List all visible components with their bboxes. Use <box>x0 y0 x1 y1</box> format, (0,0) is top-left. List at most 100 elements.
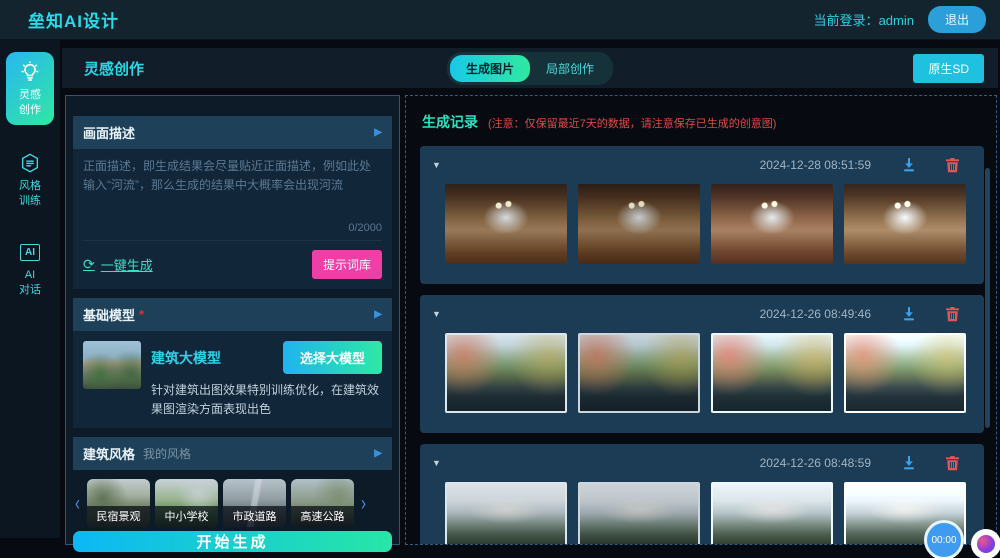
record-images <box>420 333 984 413</box>
top-bar: 垒知AI设计 当前登录：admin 退出 <box>0 0 1000 40</box>
model-thumbnail-image <box>83 341 141 389</box>
record-images <box>420 482 984 545</box>
record-row: ▼ 2024-12-26 08:48:59 <box>420 444 984 545</box>
page-title: 灵感创作 <box>84 58 144 79</box>
login-label: 当前登录： <box>814 13 879 28</box>
char-counter: 0/2000 <box>83 222 382 240</box>
generated-image[interactable] <box>445 482 567 545</box>
description-actions: ⟳ 一键生成 提示词库 <box>83 240 382 289</box>
model-description: 针对建筑出图效果特别训练优化，在建筑效果图渲染方面表现出色 <box>151 381 382 418</box>
generated-image[interactable] <box>445 333 567 413</box>
prompt-library-button[interactable]: 提示词库 <box>312 250 382 279</box>
sidebar-item-label: 灵感 <box>19 88 41 103</box>
records-title-row: 生成记录 (注意：仅保留最近7天的数据，请注意保存已生成的创意图) <box>422 112 982 132</box>
trash-icon[interactable] <box>945 306 960 322</box>
generated-image[interactable] <box>844 333 966 413</box>
generated-image[interactable] <box>578 184 700 264</box>
collapse-caret-icon[interactable]: ▼ <box>432 160 441 170</box>
style-item-label: 民宿景观 <box>87 506 150 527</box>
generated-image[interactable] <box>578 482 700 545</box>
trash-icon[interactable] <box>945 157 960 173</box>
style-item-road[interactable]: 市政道路 <box>223 479 286 527</box>
style-title: 建筑风格 <box>83 444 135 463</box>
prev-chevron-icon[interactable]: ‹ <box>73 491 82 515</box>
model-name: 建筑大模型 <box>151 348 221 368</box>
download-icon[interactable] <box>901 157 917 173</box>
timer-value: 00:00 <box>931 535 956 546</box>
style-section-header[interactable]: 建筑风格 我的风格 ▶ <box>73 437 392 470</box>
sidebar-item-label: 风格 <box>19 179 41 194</box>
native-sd-button[interactable]: 原生SD <box>913 54 984 83</box>
base-model-title: 基础模型 <box>83 305 135 324</box>
base-model-card: 建筑大模型 选择大模型 针对建筑出图效果特别训练优化，在建筑效果图渲染方面表现出… <box>73 331 392 428</box>
record-timestamp: 2024-12-26 08:48:59 <box>760 456 871 470</box>
generated-image[interactable] <box>445 184 567 264</box>
my-style-link[interactable]: 我的风格 <box>143 445 191 462</box>
description-block: 0/2000 ⟳ 一键生成 提示词库 <box>73 149 392 289</box>
login-status: 当前登录：admin <box>814 10 914 29</box>
app-window: 垒知AI设计 当前登录：admin 退出 灵感 创作 <box>0 0 1000 558</box>
base-model-section-header[interactable]: 基础模型 * ▶ <box>73 298 392 331</box>
refresh-icon: ⟳ <box>83 256 95 273</box>
style-carousel: ‹ 民宿景观 中小学校 市政道路 高速公路 › <box>73 470 392 531</box>
sidebar-item-inspiration-create[interactable]: 灵感 创作 <box>6 52 54 125</box>
sidebar-item-label: AI <box>25 268 35 283</box>
topbar-right: 当前登录：admin 退出 <box>814 6 986 33</box>
style-item-school[interactable]: 中小学校 <box>155 479 218 527</box>
start-generate-button[interactable]: 开始生成 <box>73 531 392 552</box>
style-item-highway[interactable]: 高速公路 <box>291 479 354 527</box>
select-model-button[interactable]: 选择大模型 <box>283 341 382 374</box>
model-info: 建筑大模型 选择大模型 针对建筑出图效果特别训练优化，在建筑效果图渲染方面表现出… <box>151 341 382 418</box>
records-retention-note: (注意：仅保留最近7天的数据，请注意保存已生成的创意图) <box>488 115 776 131</box>
sidebar-item-ai-chat[interactable]: AI AI 对话 <box>6 234 54 304</box>
download-icon[interactable] <box>901 306 917 322</box>
one-click-generate-label: 一键生成 <box>101 255 153 274</box>
header-tabs: 生成图片 局部创作 <box>447 52 613 85</box>
style-item-label: 市政道路 <box>223 506 286 527</box>
sidebar-item-label: 创作 <box>19 103 41 118</box>
generated-image[interactable] <box>844 184 966 264</box>
next-chevron-icon[interactable]: › <box>359 491 368 515</box>
logout-button[interactable]: 退出 <box>928 6 986 33</box>
collapse-caret-icon[interactable]: ▼ <box>432 309 441 319</box>
hexagon-sliders-icon <box>18 151 42 175</box>
record-timestamp: 2024-12-26 08:49:46 <box>760 307 871 321</box>
prompt-textarea[interactable] <box>83 157 382 217</box>
timer-fab-button[interactable]: 00:00 <box>924 520 964 558</box>
generated-image[interactable] <box>578 333 700 413</box>
trash-icon[interactable] <box>945 455 960 471</box>
download-icon[interactable] <box>901 455 917 471</box>
records-title: 生成记录 <box>422 112 478 132</box>
record-header: ▼ 2024-12-26 08:48:59 <box>420 444 984 482</box>
record-header: ▼ 2024-12-26 08:49:46 <box>420 295 984 333</box>
collapse-arrow-icon[interactable]: ▶ <box>374 448 382 459</box>
assistant-fab-button[interactable] <box>971 529 1000 558</box>
record-header: ▼ 2024-12-28 08:51:59 <box>420 146 984 184</box>
one-click-generate-link[interactable]: ⟳ 一键生成 <box>83 255 153 274</box>
required-asterisk: * <box>139 307 144 322</box>
generated-image[interactable] <box>711 482 833 545</box>
app-title: 垒知AI设计 <box>28 7 119 32</box>
collapse-arrow-icon[interactable]: ▶ <box>374 127 382 138</box>
style-item-label: 高速公路 <box>291 506 354 527</box>
record-row: ▼ 2024-12-26 08:49:46 <box>420 295 984 433</box>
lightbulb-icon <box>18 60 42 84</box>
tab-local-create[interactable]: 局部创作 <box>530 55 610 82</box>
collapse-caret-icon[interactable]: ▼ <box>432 458 441 468</box>
style-item-minsu[interactable]: 民宿景观 <box>87 479 150 527</box>
tab-generate-image[interactable]: 生成图片 <box>450 55 530 82</box>
scrollbar-thumb[interactable] <box>985 168 990 428</box>
sidebar-item-style-training[interactable]: 风格 训练 <box>6 145 54 215</box>
description-title: 画面描述 <box>83 123 135 142</box>
login-username: admin <box>879 13 914 28</box>
generation-records-panel: 生成记录 (注意：仅保留最近7天的数据，请注意保存已生成的创意图) ▼ 2024… <box>405 95 997 545</box>
generated-image[interactable] <box>711 184 833 264</box>
creation-form-panel: 创意模式 方案渲染 画面描述 ▶ 0/2000 ⟳ 一键生成 提示词库 基础模型… <box>65 95 400 545</box>
description-section-header[interactable]: 画面描述 ▶ <box>73 116 392 149</box>
page-header: 灵感创作 生成图片 局部创作 原生SD <box>62 48 998 88</box>
sidebar-item-label: 训练 <box>19 194 41 209</box>
generated-image[interactable] <box>711 333 833 413</box>
style-item-label: 中小学校 <box>155 506 218 527</box>
collapse-arrow-icon[interactable]: ▶ <box>374 309 382 320</box>
ai-chat-icon: AI <box>18 240 42 264</box>
